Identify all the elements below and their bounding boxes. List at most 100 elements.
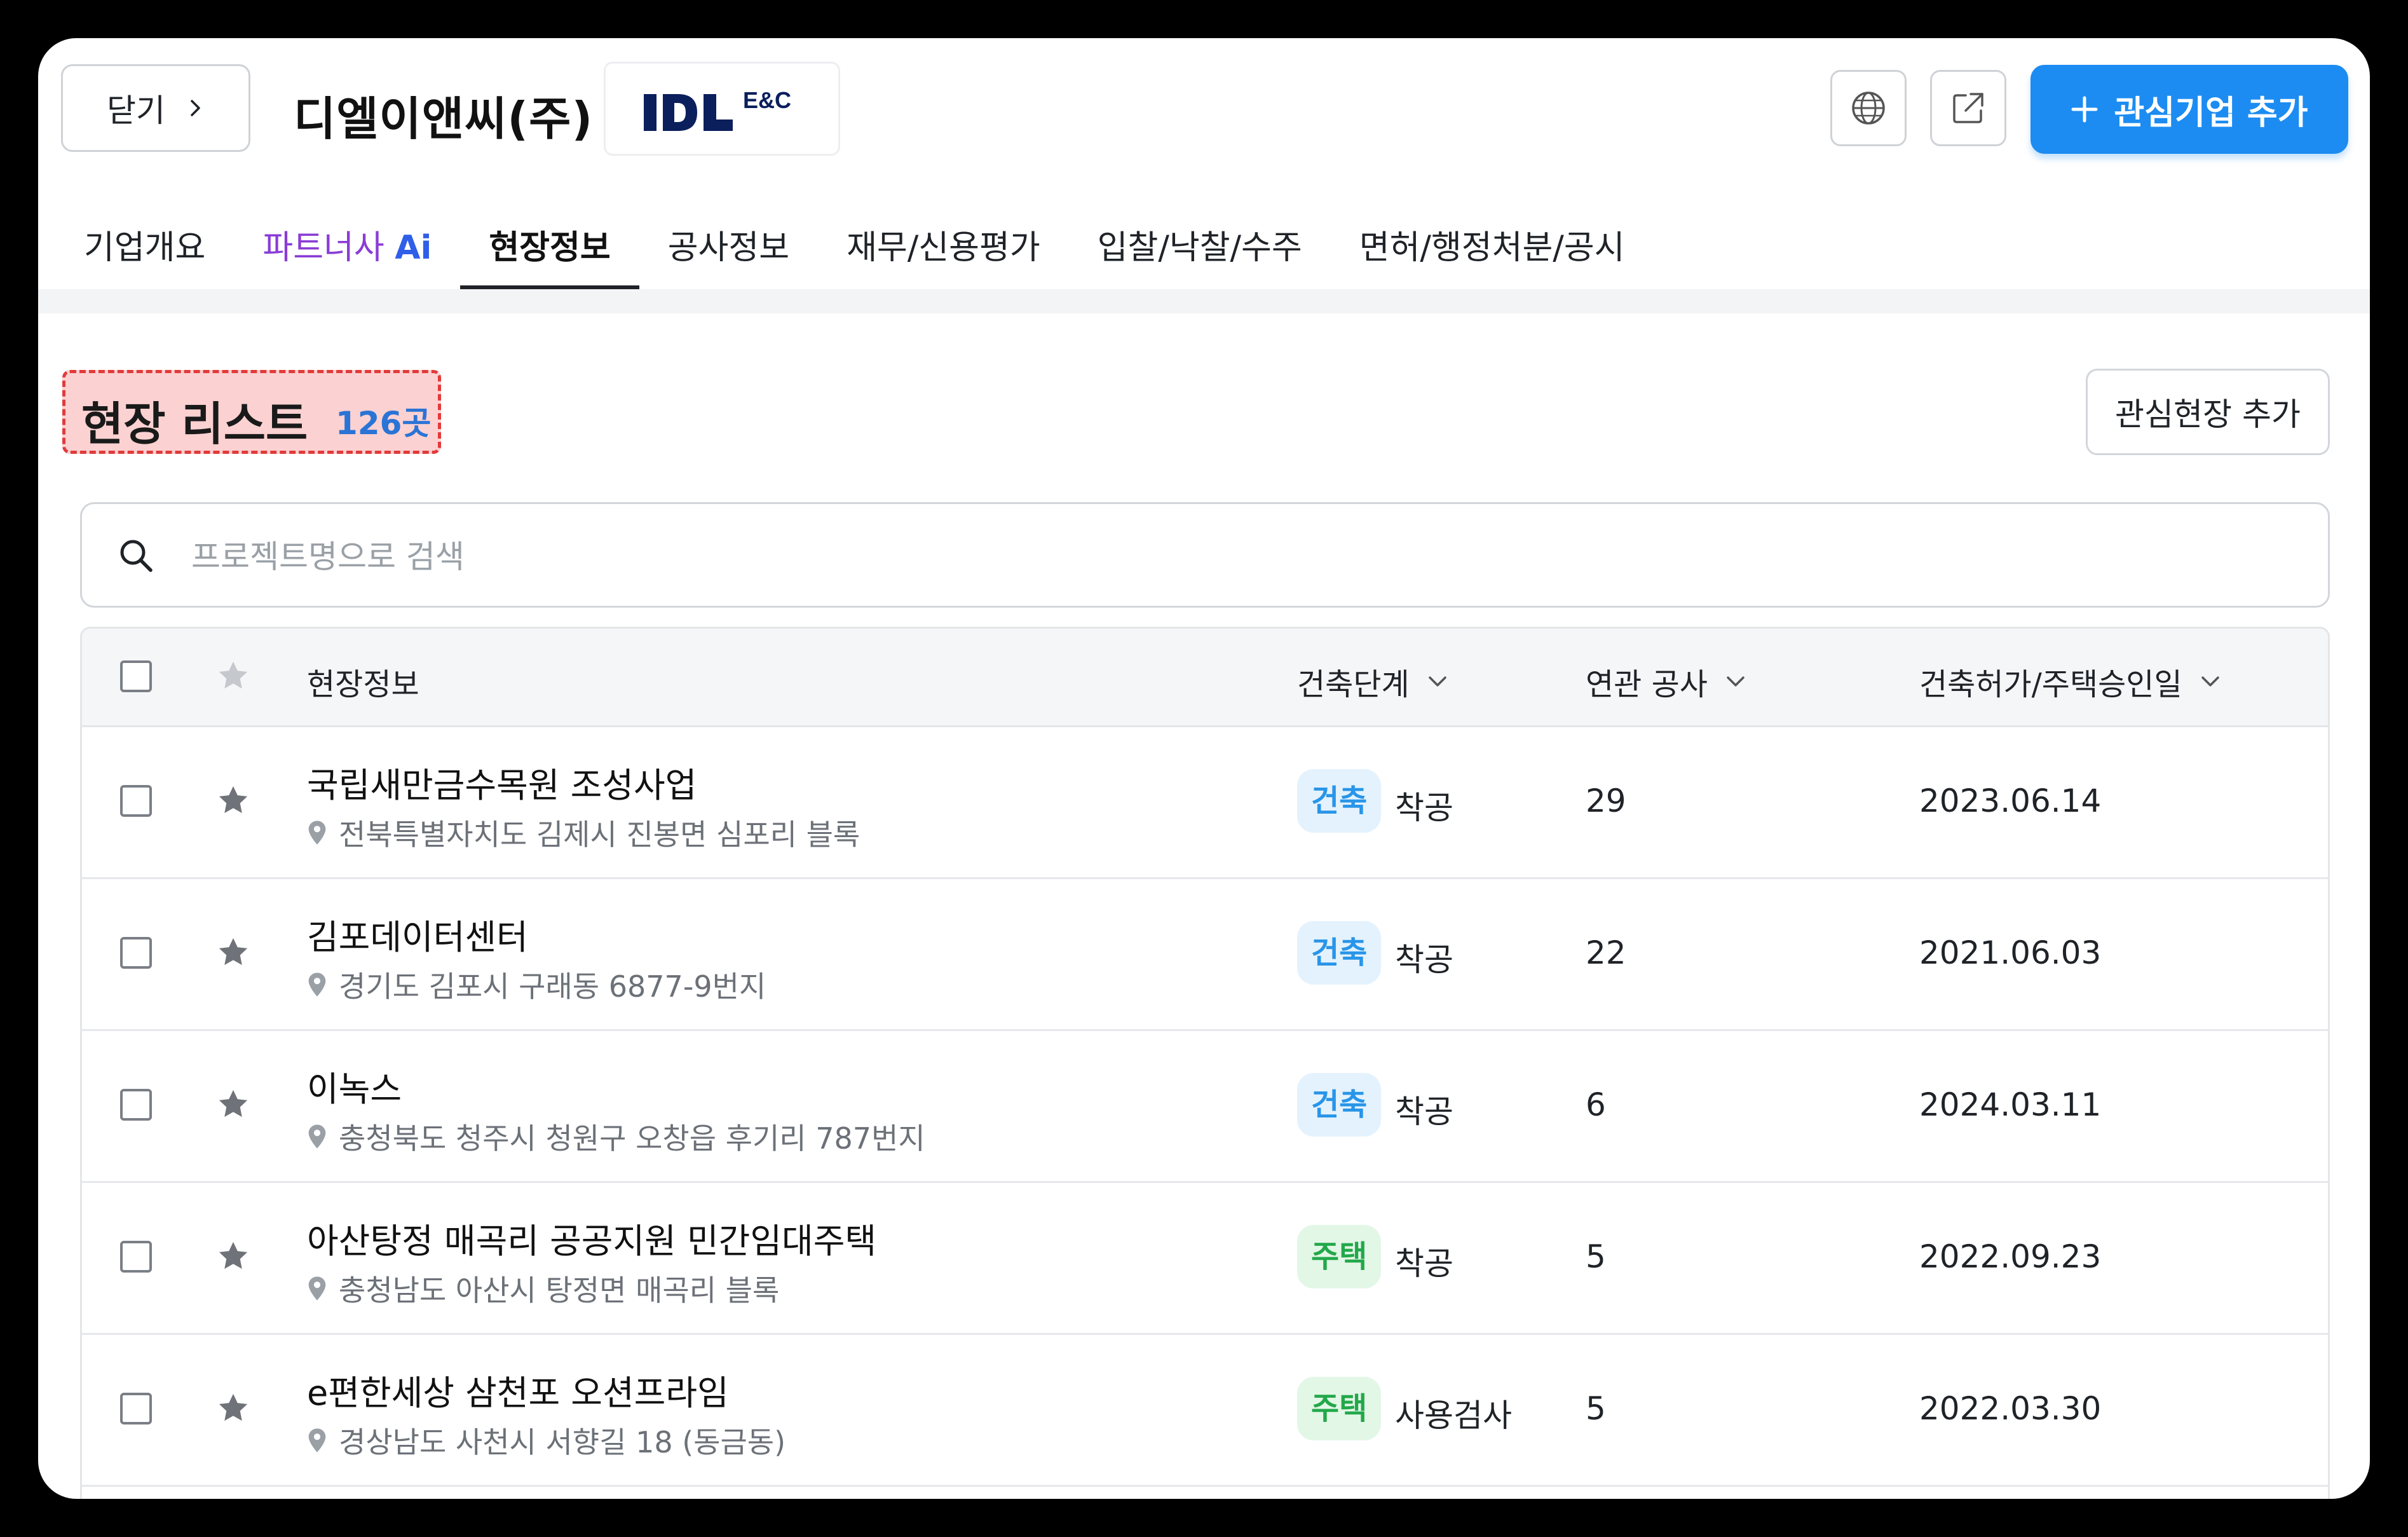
location-pin-icon: [308, 973, 326, 997]
permit-date: 2022.03.30: [1919, 1390, 2102, 1427]
site-name[interactable]: 이녹스: [307, 1061, 402, 1111]
row-checkbox[interactable]: [120, 937, 152, 969]
company-logo: E&C: [604, 62, 840, 156]
type-badge: 건축: [1297, 921, 1382, 985]
stage-text: 착공: [1395, 1093, 1453, 1130]
add-site-button[interactable]: 관심현장 추가: [2086, 369, 2330, 455]
column-label: 건축단계: [1297, 667, 1410, 702]
close-button[interactable]: 닫기: [61, 64, 250, 152]
dl-logo-icon: E&C: [644, 87, 791, 131]
chevron-down-icon: [2201, 676, 2219, 687]
table-row[interactable]: 김포데이터센터 경기도 김포시 구래동 6877-9번지 건축 착공 22 20…: [82, 877, 2328, 1031]
chevron-right-icon: [191, 100, 200, 116]
add-company-label: 관심기업 추가: [2114, 93, 2308, 132]
table-row[interactable]: 국립새만금수목원 조성사업 전북특별자치도 김제시 진봉면 심포리 블록 건축 …: [82, 725, 2328, 879]
site-name[interactable]: 김포데이터센터: [307, 909, 528, 959]
search-icon: [120, 540, 153, 572]
add-site-label: 관심현장 추가: [2115, 396, 2301, 433]
search-input[interactable]: [190, 528, 2290, 585]
tab-license[interactable]: 면허/행정처분/공시: [1359, 215, 1625, 290]
address-text: 충청북도 청주시 청원구 오창읍 후기리 787번지: [339, 1121, 925, 1156]
site-address: 충청북도 청주시 청원구 오창읍 후기리 787번지: [307, 1116, 925, 1158]
related-count: 22: [1586, 934, 1626, 971]
stage-text: 착공: [1395, 941, 1453, 978]
related-count: 6: [1586, 1086, 1606, 1123]
address-text: 경상남도 사천시 서향길 18 (동금동): [339, 1425, 786, 1459]
site-address: 전북특별자치도 김제시 진봉면 심포리 블록: [307, 812, 860, 854]
row-checkbox[interactable]: [120, 1241, 152, 1273]
device-frame: 닫기 디엘이앤씨(주) E&C 관심기업 추가 기업개요 파트너사 Ai 현장정…: [0, 0, 2408, 1537]
search-bar: [80, 502, 2330, 608]
tab-partner-ai[interactable]: 파트너사 Ai: [262, 215, 432, 290]
site-address: 경기도 김포시 구래동 6877-9번지: [307, 964, 766, 1006]
location-pin-icon: [308, 1276, 326, 1301]
address-text: 충청남도 아산시 탕정면 매곡리 블록: [339, 1273, 780, 1308]
globe-icon: [1852, 92, 1885, 125]
row-checkbox[interactable]: [120, 1089, 152, 1121]
column-label: 연관 공사: [1586, 667, 1708, 702]
address-text: 전북특별자치도 김제시 진봉면 심포리 블록: [339, 817, 860, 852]
company-tabs: 기업개요 파트너사 Ai 현장정보 공사정보 재무/신용평가 입찰/낙찰/수주 …: [84, 215, 1625, 291]
site-name[interactable]: 국립새만금수목원 조성사업: [307, 757, 697, 807]
table-row[interactable]: 이녹스 충청북도 청주시 청원구 오창읍 후기리 787번지 건축 착공 6 2…: [82, 1029, 2328, 1183]
tab-site-info[interactable]: 현장정보: [460, 215, 640, 290]
tab-construction-info[interactable]: 공사정보: [668, 215, 789, 290]
select-all-checkbox[interactable]: [120, 660, 152, 692]
column-stage[interactable]: 건축단계: [1297, 659, 1449, 704]
address-text: 경기도 김포시 구래동 6877-9번지: [339, 969, 766, 1004]
column-label: 건축허가/주택승인일: [1919, 667, 2182, 702]
site-address: 충청남도 아산시 탕정면 매곡리 블록: [307, 1267, 779, 1309]
logo-sub-text: E&C: [743, 87, 791, 113]
site-name[interactable]: 아산탕정 매곡리 공공지원 민간임대주택: [307, 1213, 876, 1263]
close-label: 닫기: [107, 92, 165, 129]
type-badge: 주택: [1297, 1377, 1382, 1440]
related-count: 5: [1586, 1390, 1606, 1427]
stage-text: 사용검사: [1395, 1397, 1512, 1434]
site-count: 126곳: [336, 405, 432, 442]
stage-text: 착공: [1395, 789, 1453, 826]
star-icon[interactable]: [215, 1390, 251, 1426]
column-permit-date[interactable]: 건축허가/주택승인일: [1919, 659, 2222, 704]
external-link-button[interactable]: [1930, 70, 2006, 146]
permit-date: 2022.09.23: [1919, 1238, 2102, 1275]
permit-date: 2021.06.03: [1919, 934, 2102, 971]
site-address: 경상남도 사천시 서향길 18 (동금동): [307, 1419, 786, 1461]
row-checkbox[interactable]: [120, 785, 152, 817]
type-badge: 건축: [1297, 1073, 1382, 1137]
column-label: 현장정보: [307, 667, 419, 702]
chevron-down-icon: [1428, 676, 1446, 687]
star-icon[interactable]: [215, 934, 251, 970]
tab-label: 재무/신용평가: [847, 229, 1040, 267]
row-checkbox[interactable]: [120, 1393, 152, 1424]
tab-label: 기업개요: [84, 229, 206, 267]
tab-bidding[interactable]: 입찰/낙찰/수주: [1098, 215, 1302, 290]
tab-overview[interactable]: 기업개요: [84, 215, 205, 290]
column-related-works[interactable]: 연관 공사: [1586, 659, 1747, 704]
star-icon[interactable]: [215, 1238, 251, 1274]
company-name: 디엘이앤씨(주): [294, 92, 594, 146]
plus-icon: [2071, 96, 2098, 123]
tab-label: 파트너사: [262, 229, 395, 267]
location-pin-icon: [308, 821, 326, 845]
star-icon[interactable]: [215, 658, 251, 693]
add-company-button[interactable]: 관심기업 추가: [2030, 65, 2348, 154]
stage-text: 착공: [1395, 1245, 1453, 1282]
globe-button[interactable]: [1830, 70, 1907, 146]
table-row[interactable]: e편한세상 삼천포 오션프라임 경상남도 사천시 서향길 18 (동금동) 주택…: [82, 1333, 2328, 1487]
tab-label: 입찰/낙찰/수주: [1097, 229, 1302, 267]
tab-label: 공사정보: [667, 229, 790, 267]
permit-date: 2024.03.11: [1919, 1086, 2102, 1123]
external-link-icon: [1953, 93, 1983, 123]
table-header: 현장정보 건축단계 연관 공사 건축허가/주택승인일 착: [82, 629, 2328, 727]
table-row[interactable]: 아산탕정 매곡리 공공지원 민간임대주택 충청남도 아산시 탕정면 매곡리 블록…: [82, 1181, 2328, 1335]
section-title: 현장 리스트: [81, 397, 308, 451]
tab-finance[interactable]: 재무/신용평가: [847, 215, 1040, 290]
star-icon[interactable]: [215, 1086, 251, 1122]
star-icon[interactable]: [215, 782, 251, 818]
site-name[interactable]: e편한세상 삼천포 오션프라임: [307, 1365, 729, 1415]
ai-badge: Ai: [395, 229, 432, 267]
site-table: 현장정보 건축단계 연관 공사 건축허가/주택승인일 착 국립새만금수목원 조성…: [80, 627, 2330, 1499]
location-pin-icon: [308, 1124, 326, 1149]
tab-label: 현장정보: [489, 229, 611, 267]
location-pin-icon: [308, 1428, 326, 1452]
